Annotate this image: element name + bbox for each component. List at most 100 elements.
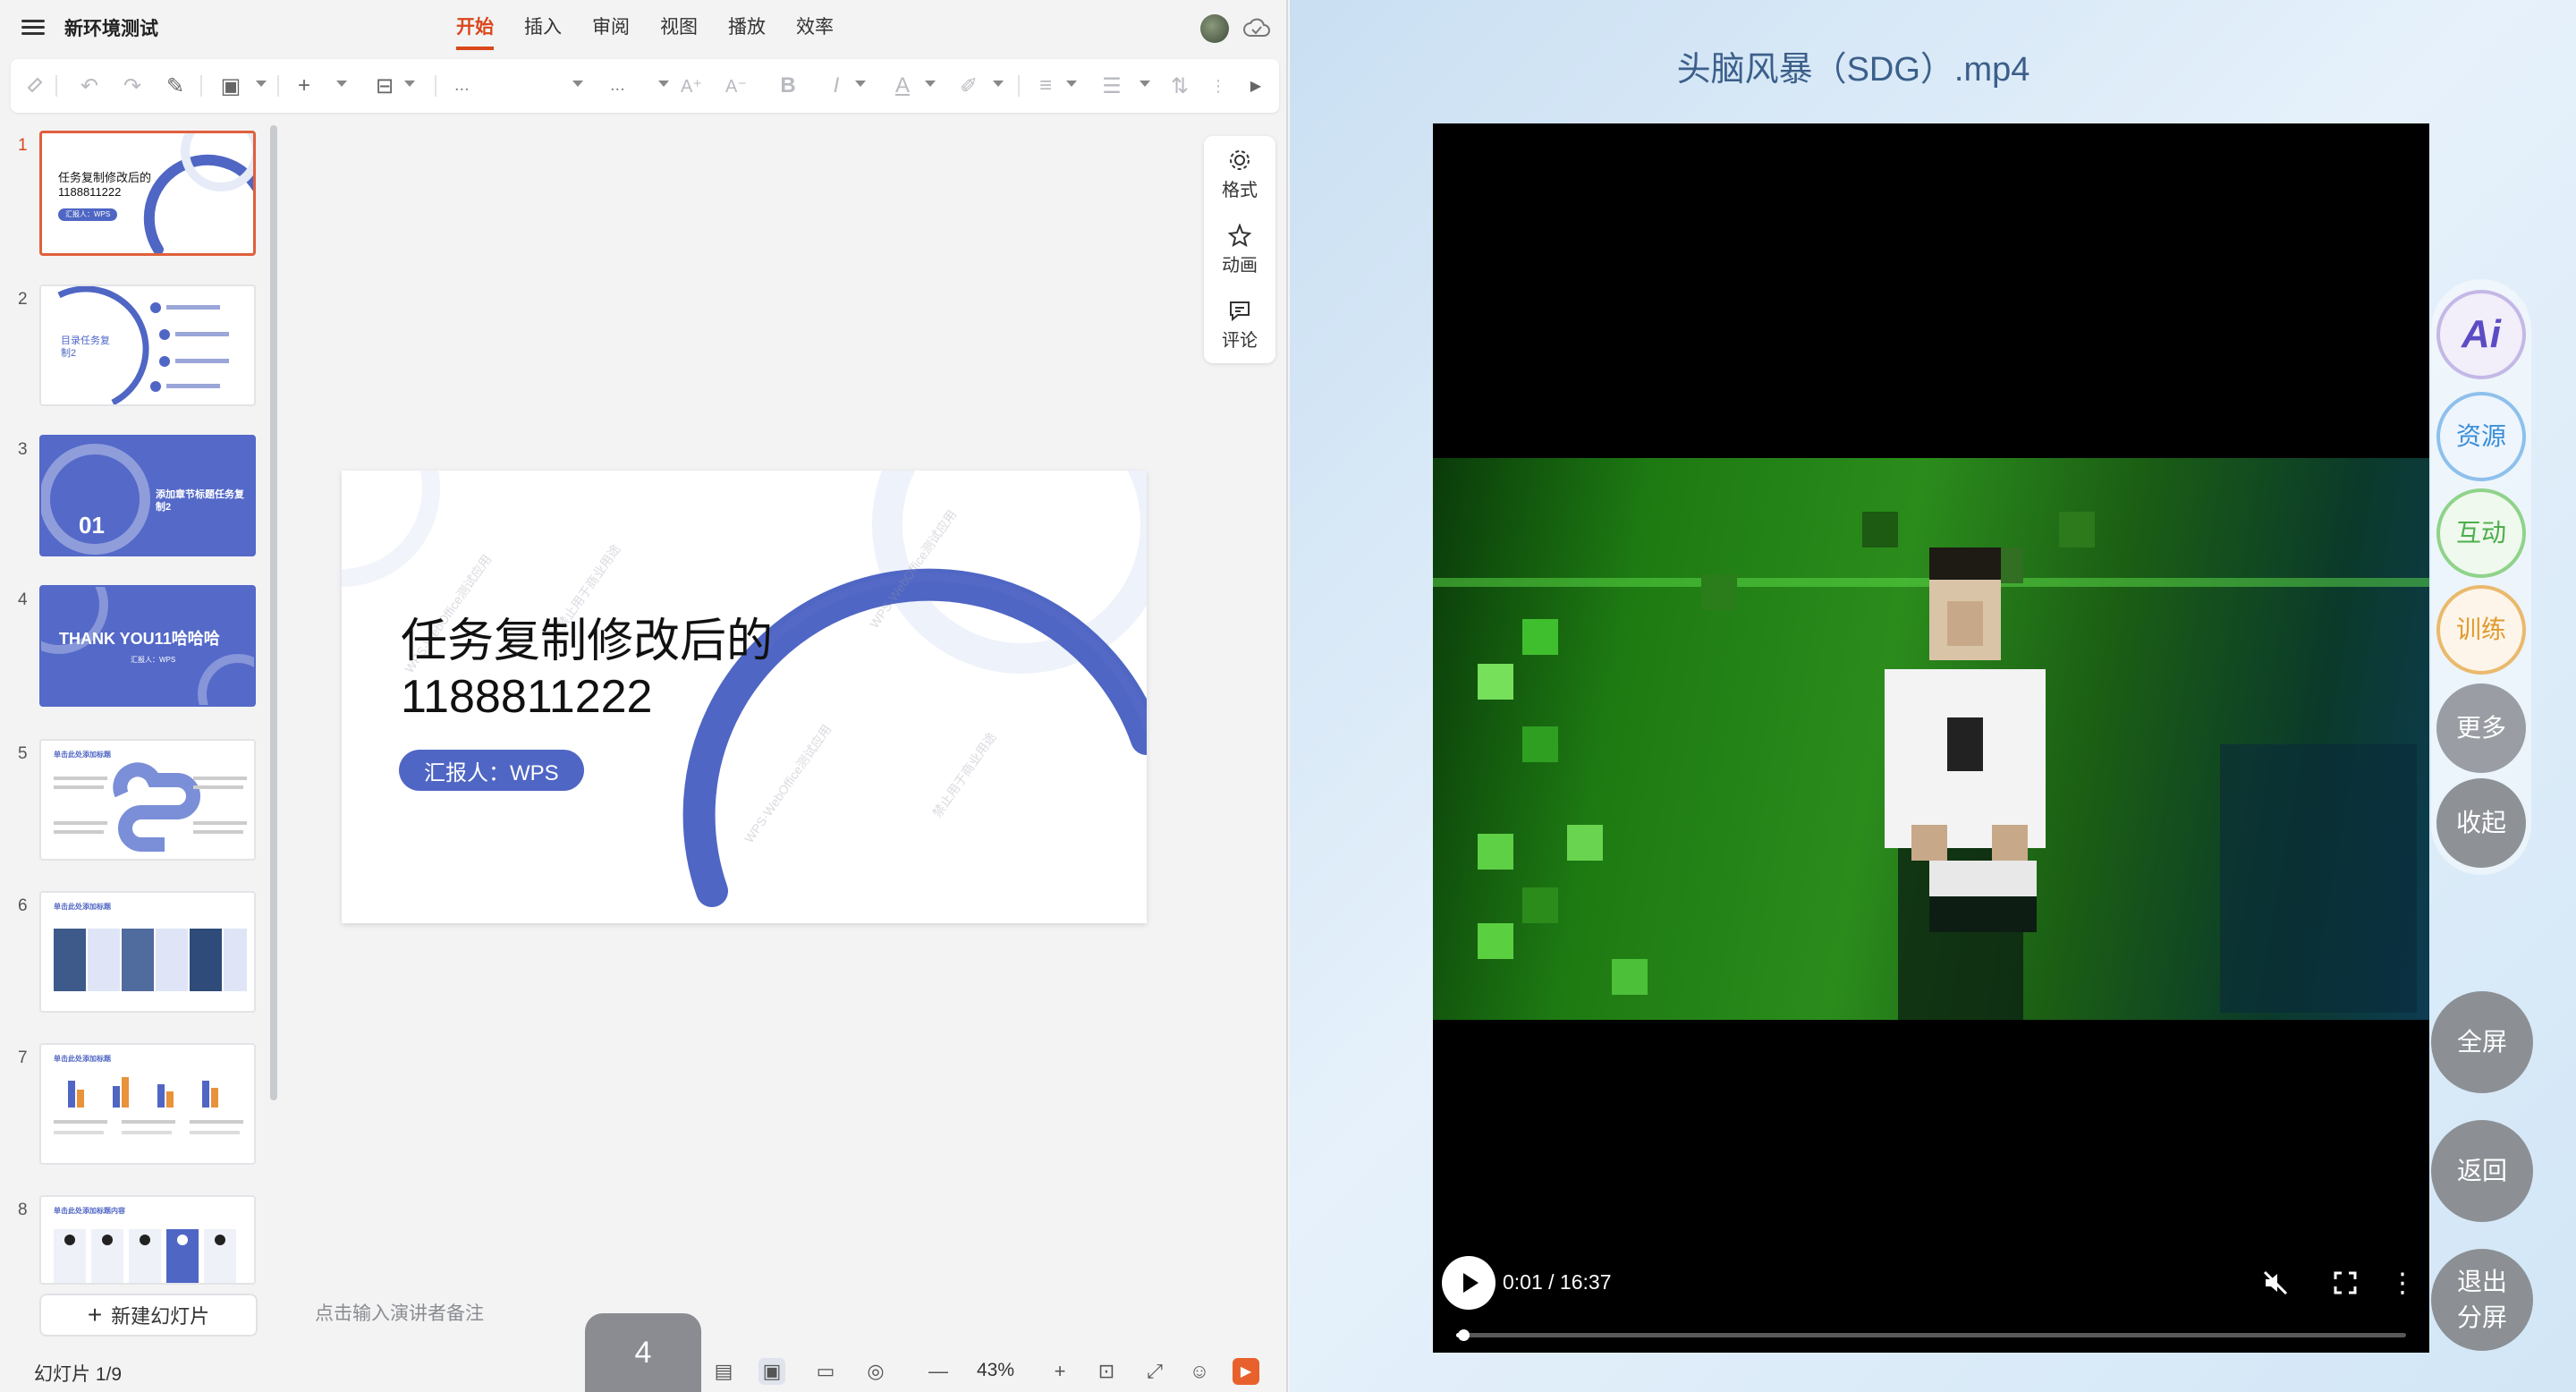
hamburger-menu-icon[interactable] — [21, 16, 45, 39]
reading-view-icon[interactable]: ▭ — [812, 1358, 839, 1385]
cloud-sync-icon[interactable] — [1243, 16, 1270, 41]
comment-icon — [1230, 301, 1250, 322]
fullscreen-button[interactable]: 全屏 — [2431, 991, 2533, 1093]
font-color-icon[interactable]: A — [889, 70, 916, 102]
thumbnail-number: 7 — [18, 1048, 28, 1067]
slide-counter: 幻灯片 1/9 — [34, 1364, 123, 1385]
mute-icon[interactable] — [2258, 1265, 2293, 1301]
format-label: 格式 — [1222, 181, 1258, 200]
thumbnail-number: 8 — [18, 1201, 28, 1219]
increase-font-icon[interactable]: A⁺ — [678, 70, 705, 102]
undo-icon[interactable]: ↶ — [73, 70, 106, 102]
document-title[interactable]: 新环境测试 — [64, 14, 158, 41]
assistant-icon[interactable]: ☺ — [1186, 1358, 1213, 1385]
zoom-out-icon[interactable]: — — [925, 1358, 952, 1385]
thumbnail-number: 1 — [18, 136, 28, 155]
thumbnail-slide-8[interactable]: 单击此处添加标题内容 — [39, 1195, 256, 1285]
exit-split-screen-button[interactable]: 退出分屏 — [2431, 1249, 2533, 1351]
add-icon[interactable]: + — [288, 70, 320, 102]
star-icon — [1228, 224, 1251, 247]
tab-start[interactable]: 开始 — [456, 13, 494, 50]
font-size-select[interactable]: ... — [610, 75, 625, 96]
play-button[interactable] — [1442, 1256, 1496, 1310]
brush-icon[interactable] — [25, 70, 45, 102]
bullet-list-icon[interactable]: ☰ — [1098, 70, 1125, 102]
comment-label: 评论 — [1222, 331, 1258, 351]
training-button[interactable]: 训练 — [2436, 585, 2526, 675]
speaker-notes-input[interactable]: 点击输入演讲者备注 — [315, 1299, 484, 1326]
progress-bar[interactable] — [1456, 1329, 2406, 1341]
speaker-muted-icon — [2263, 1270, 2288, 1295]
thumbnail-slide-5[interactable]: 单击此处添加标题 — [39, 739, 256, 861]
video-panel: 头脑风暴（SDG）.mp4 0:01 / 16:37 ⋮ Ai 资源 互动 训练… — [1290, 0, 2576, 1392]
more-format-icon[interactable]: ⋮ — [1209, 70, 1227, 102]
video-frame-pixelated-graphic — [1433, 512, 2429, 1020]
tab-efficiency[interactable]: 效率 — [796, 13, 834, 50]
time-display: 0:01 / 16:37 — [1503, 1270, 1612, 1294]
tab-play[interactable]: 播放 — [728, 13, 766, 50]
more-options-icon[interactable]: ⋮ — [2385, 1265, 2420, 1301]
new-slide-button[interactable]: + 新建幻灯片 — [39, 1294, 258, 1337]
slide-title[interactable]: 任务复制修改后的 1188811222 — [401, 614, 773, 725]
thumbnail-title: 添加章节标题任务复制2 — [156, 489, 244, 513]
interaction-button[interactable]: 互动 — [2436, 488, 2526, 578]
thumbnail-slide-2[interactable]: 目录任务复制2 — [39, 284, 256, 406]
side-tool-panel: 格式 动画 评论 — [1204, 136, 1275, 363]
user-avatar[interactable] — [1200, 14, 1229, 43]
thumbnail-bars-graphic — [54, 1077, 243, 1134]
thumbnail-scrollbar[interactable] — [270, 125, 277, 1100]
tab-insert[interactable]: 插入 — [524, 13, 562, 50]
thumbnail-slide-6[interactable]: 单击此处添加标题 — [39, 891, 256, 1013]
formatting-toolbar: ↶ ↷ ✎ ▣ + ⊟ ... ... A⁺ A⁻ B I A ✐ ≡ ☰ ⇅ … — [11, 59, 1279, 113]
more-button[interactable]: 更多 — [2436, 683, 2526, 773]
tab-review[interactable]: 审阅 — [592, 13, 630, 50]
play-slideshow-icon[interactable]: ▣ — [215, 70, 247, 102]
font-name-select[interactable]: ... — [454, 75, 470, 96]
play-icon — [1463, 1273, 1479, 1293]
format-painter-icon[interactable]: ✎ — [159, 70, 191, 102]
slide-sorter-icon[interactable]: ▣ — [758, 1358, 785, 1385]
presenter-pill[interactable]: 汇报人：WPS — [399, 750, 584, 791]
toolbar-scroll-right-icon[interactable]: ▶ — [1245, 70, 1267, 102]
back-button[interactable]: 返回 — [2431, 1120, 2533, 1222]
zoom-level[interactable]: 43% — [977, 1360, 1014, 1381]
presentation-editor: 新环境测试 开始 插入 审阅 视图 播放 效率 ↶ ↷ ✎ ▣ + ⊟ ... … — [0, 0, 1288, 1392]
resources-button[interactable]: 资源 — [2436, 392, 2526, 481]
animation-panel-button[interactable]: 动画 — [1204, 224, 1275, 276]
fit-slide-icon[interactable]: ⊡ — [1093, 1358, 1120, 1385]
slide-canvas[interactable]: WPS·WebOffice测试应用 禁止用于商业用途 WPS·WebOffice… — [342, 471, 1147, 923]
ai-button[interactable]: Ai — [2436, 290, 2526, 379]
thumbnail-number: 4 — [18, 590, 28, 609]
normal-view-icon[interactable]: ▤ — [710, 1358, 737, 1385]
thumbnail-slide-1[interactable]: 任务复制修改后的 1188811222 汇报人：WPS — [39, 131, 256, 256]
thumbnail-number: 2 — [18, 290, 28, 309]
tab-view[interactable]: 视图 — [660, 13, 698, 50]
format-panel-button[interactable]: 格式 — [1204, 149, 1275, 201]
web-view-icon[interactable]: ◎ — [862, 1358, 889, 1385]
align-icon[interactable]: ≡ — [1032, 70, 1059, 102]
decrease-font-icon[interactable]: A⁻ — [723, 70, 750, 102]
new-slide-label: 新建幻灯片 — [111, 1305, 210, 1328]
play-slideshow-icon[interactable]: ▶ — [1233, 1358, 1259, 1385]
italic-icon[interactable]: I — [823, 70, 850, 102]
redo-icon[interactable]: ↷ — [116, 70, 148, 102]
collapse-button[interactable]: 收起 — [2436, 778, 2526, 868]
thumbnail-slide-3[interactable]: 01 添加章节标题任务复制2 — [39, 435, 256, 556]
slide-title-line-1: 任务复制修改后的 — [401, 615, 774, 667]
comment-panel-button[interactable]: 评论 — [1204, 299, 1275, 352]
bold-icon[interactable]: B — [775, 70, 801, 102]
fullscreen-icon[interactable] — [2327, 1265, 2363, 1301]
thumbnail-big-number: 01 — [79, 512, 105, 539]
video-player[interactable]: 0:01 / 16:37 ⋮ — [1433, 123, 2429, 1353]
progress-knob[interactable] — [1458, 1329, 1470, 1341]
zoom-in-icon[interactable]: + — [1046, 1358, 1073, 1385]
fullscreen-icon[interactable]: ⤢ — [1141, 1358, 1168, 1385]
expand-icon — [2334, 1271, 2357, 1294]
thumbnail-title: THANK YOU11哈哈哈 — [59, 630, 220, 648]
thumbnail-slide-4[interactable]: THANK YOU11哈哈哈 汇报人：WPS — [39, 585, 256, 707]
layout-icon[interactable]: ⊟ — [369, 70, 401, 102]
line-spacing-icon[interactable]: ⇅ — [1166, 70, 1193, 102]
highlight-icon[interactable]: ✐ — [955, 70, 982, 102]
thumbnail-slide-7[interactable]: 单击此处添加标题 — [39, 1043, 256, 1165]
video-title: 头脑风暴（SDG）.mp4 — [1676, 51, 2030, 89]
